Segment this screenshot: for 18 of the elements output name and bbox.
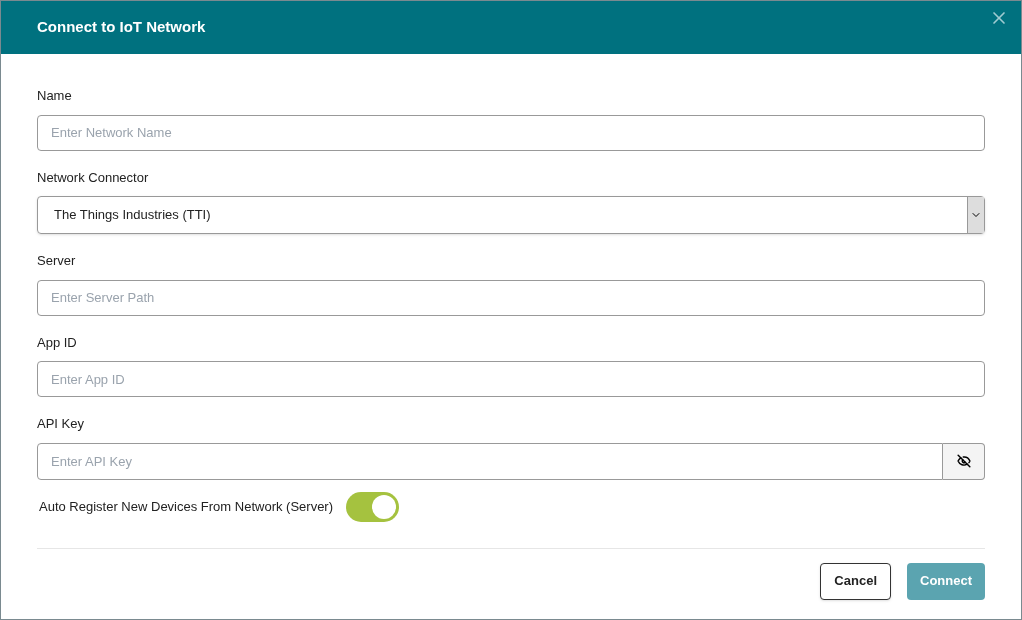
input-field[interactable]: Enter Network Name: [37, 114, 985, 151]
eye-slash-icon: [956, 454, 971, 468]
toggle-switch[interactable]: [346, 491, 400, 522]
select-field[interactable]: The Things Industries (TTI): [37, 196, 985, 234]
field-label: Server: [37, 252, 77, 270]
field-label: API Key: [37, 415, 85, 433]
dialog-title: Connect to IoT Network: [37, 17, 206, 38]
chevron-down-icon: [967, 197, 984, 233]
toggle-label: Auto Register New Devices From Network (Server): [39, 497, 334, 516]
input-field[interactable]: Enter API Key: [37, 442, 943, 480]
cancel-button[interactable]: Cancel: [820, 562, 891, 600]
input-field[interactable]: Enter App ID: [37, 361, 985, 397]
field-label: Name: [37, 87, 73, 105]
input-field[interactable]: Enter Server Path: [37, 279, 985, 316]
field-label: App ID: [37, 333, 78, 352]
field-label: Network Connector: [37, 168, 150, 187]
visibility-toggle-button[interactable]: [943, 442, 985, 480]
select-value: The Things Industries (TTI): [53, 206, 211, 225]
